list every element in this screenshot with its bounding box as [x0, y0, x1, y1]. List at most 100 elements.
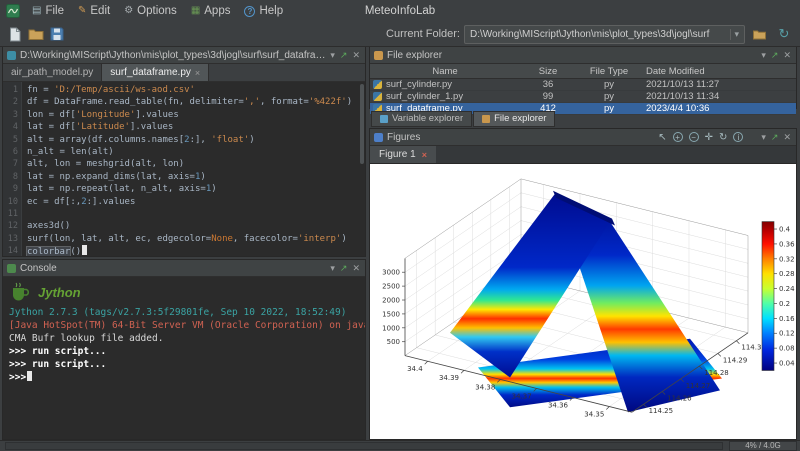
tab-label: File explorer [494, 113, 546, 124]
svg-text:500: 500 [387, 338, 400, 346]
menu-label: Edit [90, 5, 110, 17]
menu-options[interactable]: ⚙Options [117, 0, 184, 22]
menu-help[interactable]: ?Help [237, 0, 290, 22]
tab-air-path-model[interactable]: air_path_model.py [3, 64, 102, 81]
menu-edit[interactable]: ✎Edit [71, 0, 117, 22]
column-header-date[interactable]: Date Modified [642, 66, 796, 77]
editor-tab-bar: air_path_model.py surf_dataframe.py × [3, 64, 365, 82]
code-line-14[interactable]: colorbar() [27, 245, 365, 256]
file-explorer-title: File explorer [387, 50, 442, 61]
figures-float-icon[interactable]: ↗ [771, 132, 779, 143]
status-bar: 4% / 4.0G [0, 440, 800, 451]
console-close-icon[interactable]: ✕ [352, 263, 360, 274]
new-script-button[interactable] [5, 24, 25, 44]
zoom-in-icon[interactable]: + [673, 132, 683, 142]
explorer-tab-bar: Variable explorer File explorer [369, 110, 797, 127]
file-name-cell: surf_cylinder.py [370, 79, 520, 90]
line-number: 8 [3, 171, 18, 183]
code-line-13[interactable]: surf(lon, lat, alt, ec, edgecolor=None, … [27, 233, 365, 245]
figure-tab-bar: Figure 1 × [370, 146, 796, 164]
tab-label: Variable explorer [392, 113, 463, 124]
current-folder-path: D:\Working\MIScript\Jython\mis\plot_type… [470, 29, 727, 40]
file-row[interactable]: surf_cylinder_1.py99py2021/10/13 11:34 [370, 91, 796, 103]
editor-collapse-icon[interactable]: ▾ [330, 50, 335, 61]
line-number: 5 [3, 134, 18, 146]
menu-bar-container: ▤File✎Edit⚙Options▦Apps?Help MeteoInfoLa… [0, 0, 800, 23]
code-line-9[interactable]: lat = np.repeat(lat, n_alt, axis=1) [27, 183, 365, 195]
code-line-4[interactable]: lat = df['Latitude'].values [27, 121, 365, 133]
svg-text:114.28: 114.28 [704, 369, 728, 377]
explorer-close-icon[interactable]: ✕ [783, 50, 791, 61]
script-file-icon [7, 51, 16, 60]
file-modified-cell: 2021/10/13 11:27 [642, 79, 796, 90]
file-type-cell: py [576, 79, 642, 90]
figure-canvas[interactable]: 34.434.3934.3834.3734.3634.35114.25114.2… [370, 164, 796, 439]
file-row[interactable]: surf_cylinder.py36py2021/10/13 11:27 [370, 79, 796, 91]
console-collapse-icon[interactable]: ▾ [330, 263, 335, 274]
explorer-collapse-icon[interactable]: ▾ [761, 50, 766, 61]
column-header-size[interactable]: Size [520, 66, 576, 77]
svg-text:114.29: 114.29 [723, 356, 747, 364]
tab-variable-explorer[interactable]: Variable explorer [371, 111, 472, 127]
code-line-7[interactable]: alt, lon = meshgrid(alt, lon) [27, 158, 365, 170]
editor-close-icon[interactable]: ✕ [352, 50, 360, 61]
figures-panel: Figures ↖+−✛↻i ▾ ↗ ✕ Figure 1 × [369, 128, 797, 440]
code-line-5[interactable]: alt = array(df.columns.names[2:], 'float… [27, 134, 365, 146]
tab-figure-1[interactable]: Figure 1 × [370, 146, 436, 163]
figure-area[interactable]: 34.434.3934.3834.3734.3634.35114.25114.2… [370, 164, 796, 439]
code-line-3[interactable]: lon = df['Longitude'].values [27, 109, 365, 121]
console-body[interactable]: Jython Jython 2.7.3 (tags/v2.7.3:5f29801… [3, 277, 365, 439]
file-size-cell: 99 [520, 91, 576, 102]
editor-code[interactable]: fn = 'D:/Temp/ascii/ws-aod.csv'df = Data… [22, 82, 365, 256]
menu-apps[interactable]: ▦Apps [184, 0, 238, 22]
text-cursor [82, 245, 87, 255]
svg-text:34.39: 34.39 [439, 374, 459, 382]
editor-float-icon[interactable]: ↗ [340, 50, 348, 61]
colorbar [762, 222, 774, 371]
pan-icon[interactable]: ✛ [705, 132, 713, 143]
code-line-1[interactable]: fn = 'D:/Temp/ascii/ws-aod.csv' [27, 84, 365, 96]
line-number: 13 [3, 233, 18, 245]
editor-scrollbar[interactable] [359, 82, 365, 256]
code-line-12[interactable]: axes3d() [27, 220, 365, 232]
status-message-area [5, 442, 723, 450]
editor-body: 1234567891011121314 fn = 'D:/Temp/ascii/… [3, 82, 365, 256]
variable-explorer-icon [380, 115, 388, 123]
browse-folder-button[interactable] [749, 24, 769, 44]
combo-dropdown-icon[interactable]: ▾ [730, 29, 742, 40]
svg-text:34.37: 34.37 [512, 392, 532, 400]
svg-text:1500: 1500 [382, 310, 400, 318]
code-line-10[interactable]: ec = df[:,2:].values [27, 196, 365, 208]
code-line-8[interactable]: lat = np.expand_dims(lat, axis=1) [27, 171, 365, 183]
save-script-button[interactable] [47, 24, 67, 44]
tab-surf-dataframe[interactable]: surf_dataframe.py × [102, 64, 209, 81]
select-icon[interactable]: ↖ [658, 132, 666, 143]
code-line-11[interactable] [27, 208, 365, 220]
console-output[interactable]: Jython 2.7.3 (tags/v2.7.3:5f29801fe, Sep… [9, 306, 359, 384]
code-line-6[interactable]: n_alt = len(alt) [27, 146, 365, 158]
column-header-name[interactable]: Name [370, 66, 520, 77]
svg-text:114.26: 114.26 [667, 395, 691, 403]
figure-tab-close-icon[interactable]: × [422, 150, 427, 160]
menu-file[interactable]: ▤File [25, 0, 71, 22]
memory-indicator[interactable]: 4% / 4.0G [729, 441, 797, 451]
rotate-icon[interactable]: ↻ [719, 132, 727, 143]
editor-gutter: 1234567891011121314 [3, 82, 22, 256]
zoom-out-icon[interactable]: − [689, 132, 699, 142]
figures-collapse-icon[interactable]: ▾ [761, 132, 766, 143]
identify-icon[interactable]: i [733, 132, 743, 142]
tab-close-icon[interactable]: × [195, 68, 200, 78]
svg-text:0.28: 0.28 [779, 270, 795, 278]
current-folder-combo[interactable]: D:\Working\MIScript\Jython\mis\plot_type… [464, 25, 745, 44]
code-line-2[interactable]: df = DataFrame.read_table(fn, delimiter=… [27, 96, 365, 108]
refresh-folder-icon[interactable]: ↻ [774, 24, 794, 44]
explorer-float-icon[interactable]: ↗ [771, 50, 779, 61]
console-float-icon[interactable]: ↗ [340, 263, 348, 274]
scrollbar-thumb[interactable] [360, 84, 364, 164]
console-cursor [27, 371, 32, 381]
column-header-type[interactable]: File Type [576, 66, 642, 77]
figures-close-icon[interactable]: ✕ [783, 132, 791, 143]
tab-file-explorer[interactable]: File explorer [473, 111, 555, 127]
editor-file-path: D:\Working\MIScript\Jython\mis\plot_type… [20, 50, 326, 61]
open-script-button[interactable] [26, 24, 46, 44]
